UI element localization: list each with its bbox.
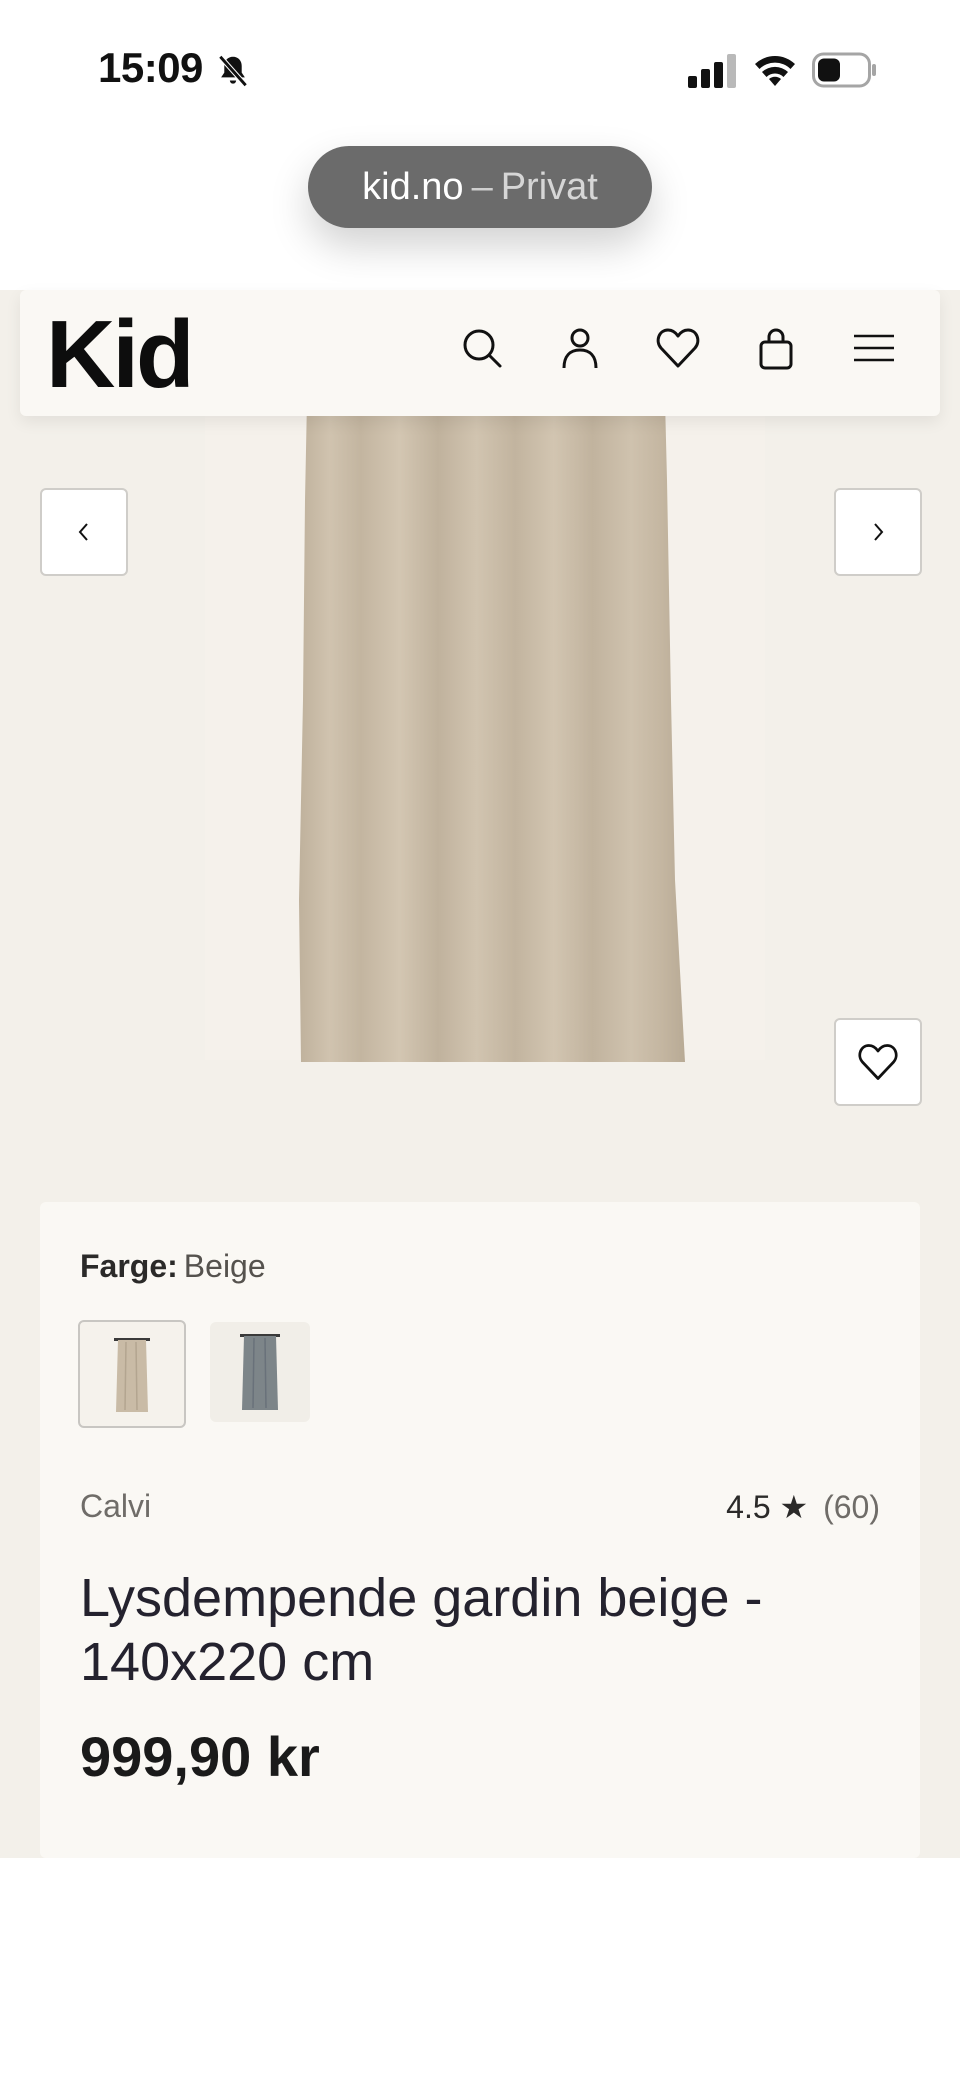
url-separator: – <box>471 165 493 208</box>
swatch-beige-thumbnail <box>114 1338 150 1412</box>
heart-icon[interactable] <box>654 324 702 372</box>
product-image[interactable] <box>295 400 685 1062</box>
site-logo[interactable]: Kid <box>46 300 195 410</box>
search-icon[interactable] <box>458 324 506 372</box>
url-domain: kid.no <box>362 165 464 208</box>
wifi-icon <box>755 56 795 86</box>
site-header: Kid <box>20 290 940 416</box>
status-time: 15:09 <box>98 44 203 91</box>
product-rating[interactable]: 4.5 ★ (60) <box>726 1488 880 1526</box>
product-brand[interactable]: Calvi <box>80 1488 151 1525</box>
chevron-left-icon <box>78 523 88 541</box>
menu-icon[interactable] <box>850 324 898 372</box>
product-price: 999,90 kr <box>80 1725 320 1788</box>
add-to-favorites-button[interactable] <box>834 1018 922 1106</box>
rating-value: 4.5 <box>726 1489 771 1525</box>
page-bottom-area <box>0 1858 960 2081</box>
signal-icon <box>688 54 736 88</box>
battery-icon <box>812 52 876 88</box>
private-mode-label: Privat <box>500 165 598 208</box>
chevron-right-icon <box>874 523 884 541</box>
browser-url-pill[interactable]: kid.no – Privat <box>308 146 652 228</box>
color-swatch-grey[interactable] <box>210 1322 310 1422</box>
bell-slash-icon <box>218 55 248 87</box>
color-label-key: Farge: <box>80 1248 178 1284</box>
color-swatch-beige[interactable] <box>78 1320 186 1428</box>
bag-icon[interactable] <box>752 324 800 372</box>
swatch-grey-thumbnail <box>240 1334 280 1410</box>
star-icon: ★ <box>779 1489 809 1525</box>
product-title: Lysdempende gardin beige - 140x220 cm <box>80 1568 763 1692</box>
heart-icon <box>858 1044 898 1080</box>
gallery-next-button[interactable] <box>834 488 922 576</box>
rating-count: (60) <box>823 1489 880 1525</box>
color-label: Farge: Beige <box>80 1248 266 1285</box>
gallery-prev-button[interactable] <box>40 488 128 576</box>
product-info-card: Farge: Beige Calvi 4.5 ★ (60) Lysdempende… <box>40 1202 920 1858</box>
status-bar: 15:09 <box>0 0 960 140</box>
color-label-value: Beige <box>183 1248 266 1284</box>
user-icon[interactable] <box>556 324 604 372</box>
